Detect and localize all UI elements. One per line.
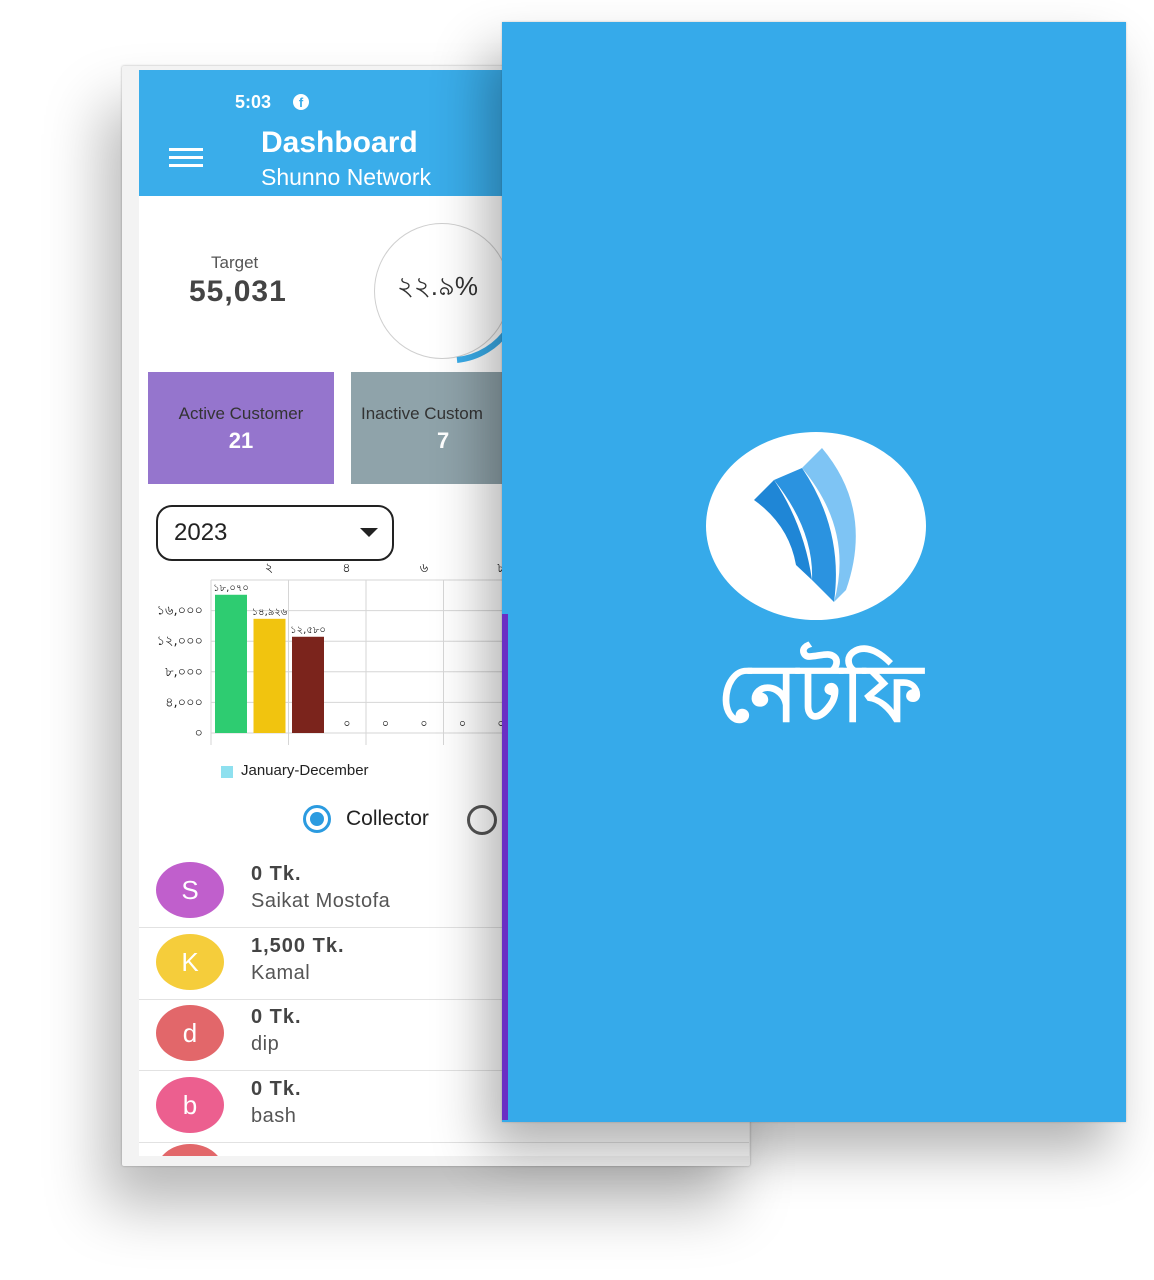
active-customer-count: 21 bbox=[228, 428, 254, 453]
page-subtitle: Shunno Network bbox=[261, 164, 432, 190]
page-title: Dashboard bbox=[261, 126, 418, 159]
target-label: Target bbox=[211, 253, 259, 272]
target-value: 55,031 bbox=[189, 275, 287, 308]
bar-value-label: ১২,৫৮০ bbox=[290, 625, 326, 636]
x-tick-label: ৬ bbox=[420, 561, 429, 576]
collector-radio[interactable] bbox=[303, 805, 331, 833]
brand-name: নেটফি bbox=[717, 647, 923, 740]
x-tick-label: ৪ bbox=[342, 561, 350, 576]
collector-name: bash bbox=[251, 1104, 297, 1127]
x-tick-label: ২ bbox=[265, 561, 273, 576]
year-value: 2023 bbox=[174, 519, 228, 546]
chart-legend: January-December bbox=[241, 762, 369, 779]
collector-name: dip bbox=[251, 1033, 280, 1055]
zero-value-label: ০ bbox=[459, 717, 466, 730]
zero-value-label: ০ bbox=[382, 717, 389, 730]
status-time: 5:03 bbox=[235, 92, 272, 112]
year-dropdown[interactable]: 2023 bbox=[156, 505, 394, 561]
active-customer-label: Active Customer bbox=[178, 404, 304, 423]
y-tick-label: ১২,০০০ bbox=[157, 634, 203, 649]
avatar: S bbox=[156, 862, 224, 918]
y-tick-label: ১৬,০০০ bbox=[157, 604, 203, 619]
collector-amount: 0 Tk. bbox=[251, 1006, 302, 1028]
bar-value-label: ১৮,০৭০ bbox=[213, 583, 249, 594]
avatar: K bbox=[156, 933, 224, 990]
collector-radio-label[interactable]: Collector bbox=[346, 807, 429, 831]
avatar bbox=[156, 1144, 224, 1156]
avatar: d bbox=[156, 1005, 224, 1061]
hamburger-menu-icon[interactable] bbox=[169, 148, 203, 168]
active-customer-card[interactable]: Active Customer 21 bbox=[148, 372, 334, 484]
y-tick-label: ৮,০০০ bbox=[165, 665, 203, 680]
collector-name: Kamal bbox=[251, 961, 311, 984]
y-tick-label: ৪,০০০ bbox=[165, 695, 203, 710]
other-radio[interactable] bbox=[467, 805, 497, 835]
avatar: b bbox=[156, 1076, 224, 1133]
collector-name: Saikat Mostofa bbox=[251, 890, 391, 912]
wifi-signal-logo-icon bbox=[706, 432, 926, 620]
chevron-down-icon bbox=[360, 528, 378, 537]
bar-1 bbox=[215, 594, 247, 733]
bar-2 bbox=[253, 618, 286, 733]
collector-amount: 0 Tk. bbox=[251, 863, 302, 885]
legend-swatch bbox=[221, 766, 233, 778]
zero-value-label: ০ bbox=[343, 717, 350, 730]
y-tick-label: ০ bbox=[195, 726, 203, 741]
zero-value-label: ০ bbox=[420, 717, 427, 730]
bar-value-label: ১৪,৯২৬ bbox=[252, 607, 288, 618]
facebook-icon: f bbox=[293, 94, 309, 110]
collector-amount: 1,500 Tk. bbox=[251, 934, 345, 957]
bar-3 bbox=[292, 636, 324, 733]
progress-percent: ২২.৯% bbox=[397, 271, 479, 301]
collector-amount: 0 Tk. bbox=[251, 1077, 302, 1100]
screen-edge bbox=[502, 614, 508, 1120]
